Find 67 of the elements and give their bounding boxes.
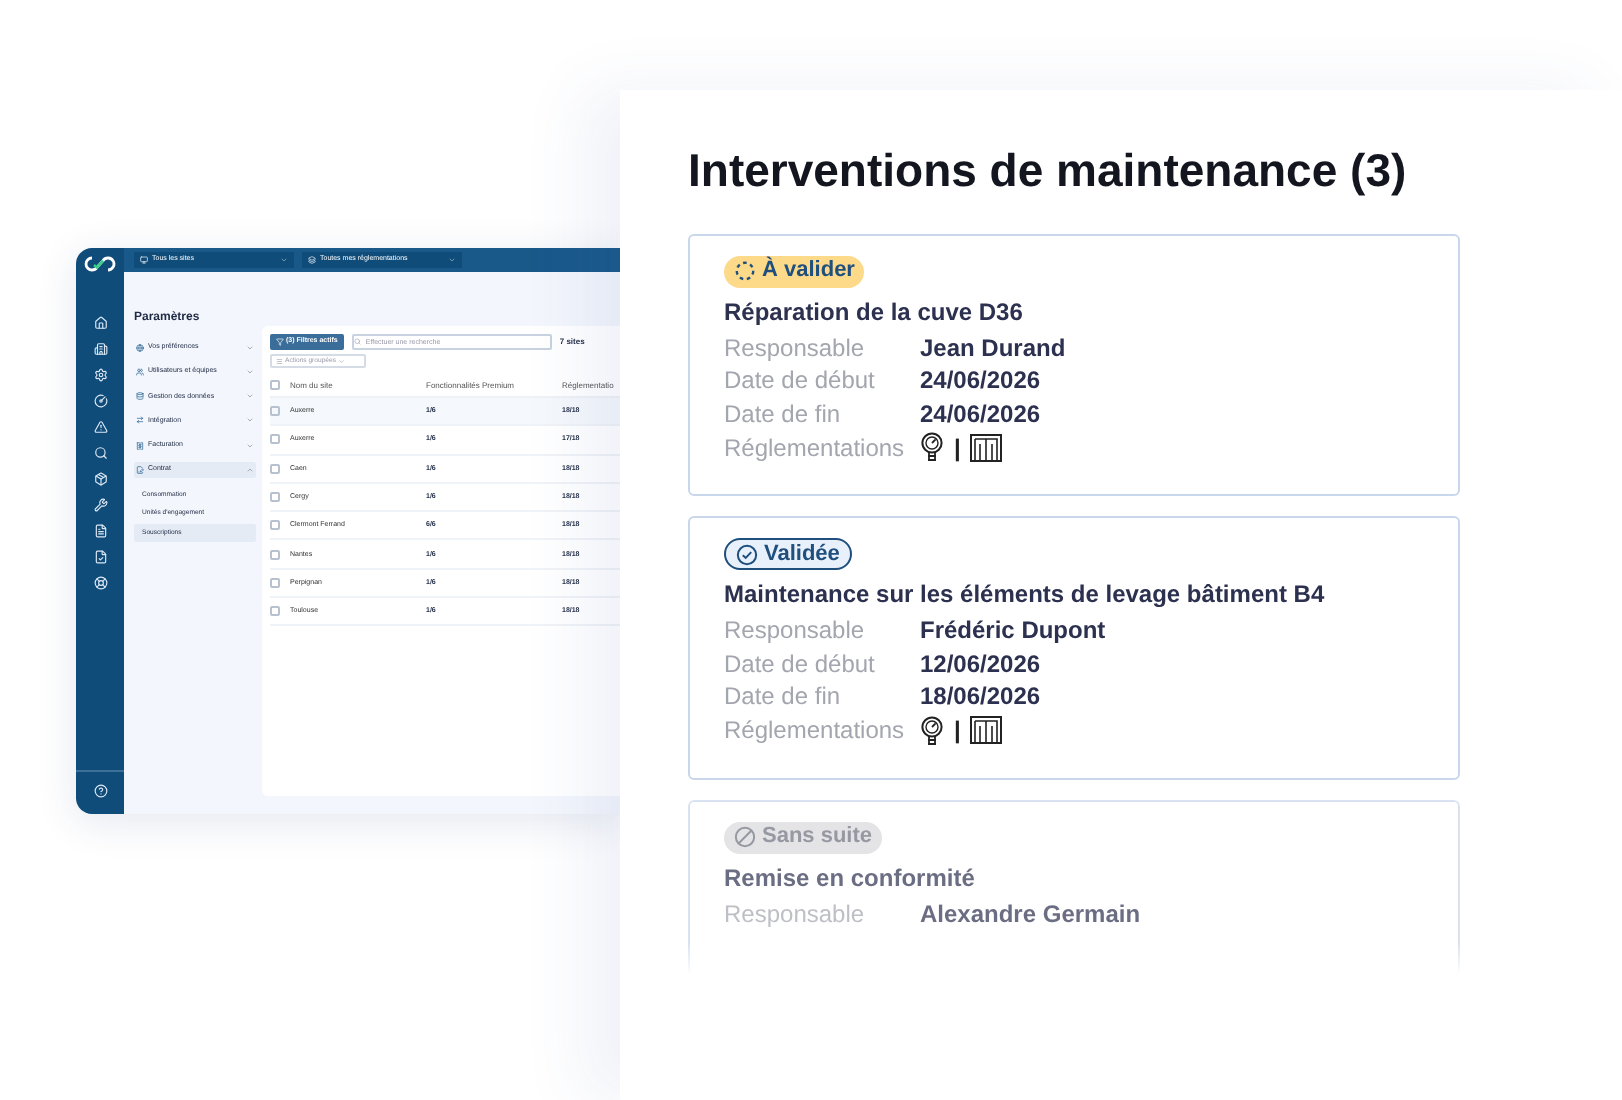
- globe-icon: [136, 343, 144, 352]
- elevator-icon: [970, 433, 1003, 461]
- ban-icon: [734, 826, 756, 848]
- field-value: 12/06/2026: [920, 647, 1041, 681]
- status-badge: Sans suite: [724, 821, 883, 853]
- row-checkbox[interactable]: [270, 492, 280, 503]
- checked-document-icon[interactable]: [93, 550, 107, 564]
- field-value: 18/06/2026: [920, 680, 1041, 714]
- field-label: Réglementations: [724, 714, 907, 748]
- receipt-icon: [136, 441, 144, 450]
- layers-icon: [308, 256, 316, 264]
- database-icon: [136, 392, 144, 401]
- intervention-card[interactable]: Sans suite Remise en conformité Responsable Alexandre Germain: [688, 799, 1460, 975]
- separator: |: [954, 714, 961, 748]
- logo-icon: [84, 256, 116, 272]
- field-value: 24/06/2026: [920, 397, 1041, 431]
- gauge-icon[interactable]: [93, 394, 107, 408]
- field-label: Date de fin: [724, 680, 843, 714]
- intervention-card[interactable]: Validée Maintenance sur les éléments de levage bâtiment B4 Responsable Frédéric Dupont Date de début 12/06/2026 Date de fin 18/06/2026 Réglementations |: [688, 516, 1460, 779]
- field-label: Responsable: [724, 614, 867, 648]
- row-checkbox[interactable]: [270, 549, 280, 560]
- status-badge: Validée: [724, 538, 852, 570]
- field-value: Jean Durand: [920, 331, 1066, 365]
- card-title: Réparation de la cuve D36: [724, 295, 1025, 327]
- pressure-gauge-icon: [920, 432, 944, 462]
- funnel-icon: [276, 338, 284, 346]
- warning-icon[interactable]: [93, 420, 107, 434]
- row-checkbox[interactable]: [270, 463, 280, 474]
- row-checkbox[interactable]: [270, 606, 280, 617]
- package-icon[interactable]: [93, 472, 107, 486]
- settings-icon[interactable]: [93, 368, 107, 382]
- card-title: Maintenance sur les éléments de levage bâtiment B4: [724, 578, 1327, 610]
- row-checkbox[interactable]: [270, 434, 280, 445]
- pressure-gauge-icon: [920, 715, 944, 745]
- header-checkbox[interactable]: [270, 380, 280, 390]
- dashed-circle-icon: [734, 260, 756, 282]
- status-badge: À valider: [724, 255, 865, 287]
- search-icon: [354, 338, 362, 346]
- row-checkbox[interactable]: [270, 577, 280, 588]
- search-icon[interactable]: [93, 446, 107, 460]
- check-circle-icon: [736, 543, 758, 565]
- row-checkbox[interactable]: [270, 406, 280, 417]
- field-label: Réglementations: [724, 431, 907, 465]
- field-label: Date de début: [724, 647, 877, 681]
- users-icon: [136, 367, 144, 376]
- field-value: 24/06/2026: [920, 364, 1041, 398]
- home-icon[interactable]: [93, 316, 107, 330]
- field-label: Responsable: [724, 897, 867, 931]
- monitor-icon: [140, 256, 148, 264]
- field-label: Date de début: [724, 364, 877, 398]
- field-label: Date de fin: [724, 397, 843, 431]
- elevator-icon: [970, 716, 1003, 744]
- building-icon[interactable]: [93, 342, 107, 356]
- wrench-icon[interactable]: [93, 498, 107, 512]
- separator: |: [954, 431, 961, 465]
- arrows-icon: [136, 416, 144, 425]
- row-checkbox[interactable]: [270, 520, 280, 531]
- lifebuoy-icon[interactable]: [93, 576, 107, 590]
- card-title: Remise en conformité: [724, 861, 977, 893]
- contract-icon: [136, 465, 144, 474]
- document-icon[interactable]: [93, 524, 107, 538]
- field-label: Responsable: [724, 331, 867, 365]
- field-value: Frédéric Dupont: [920, 614, 1106, 648]
- panel-title: Interventions de maintenance (3): [688, 142, 1409, 200]
- intervention-card[interactable]: À valider Réparation de la cuve D36 Responsable Jean Durand Date de début 24/06/2026 Date de fin 24/06/2026 Réglementations |: [688, 233, 1460, 496]
- help-icon[interactable]: [93, 784, 107, 798]
- field-value: Alexandre Germain: [920, 897, 1141, 931]
